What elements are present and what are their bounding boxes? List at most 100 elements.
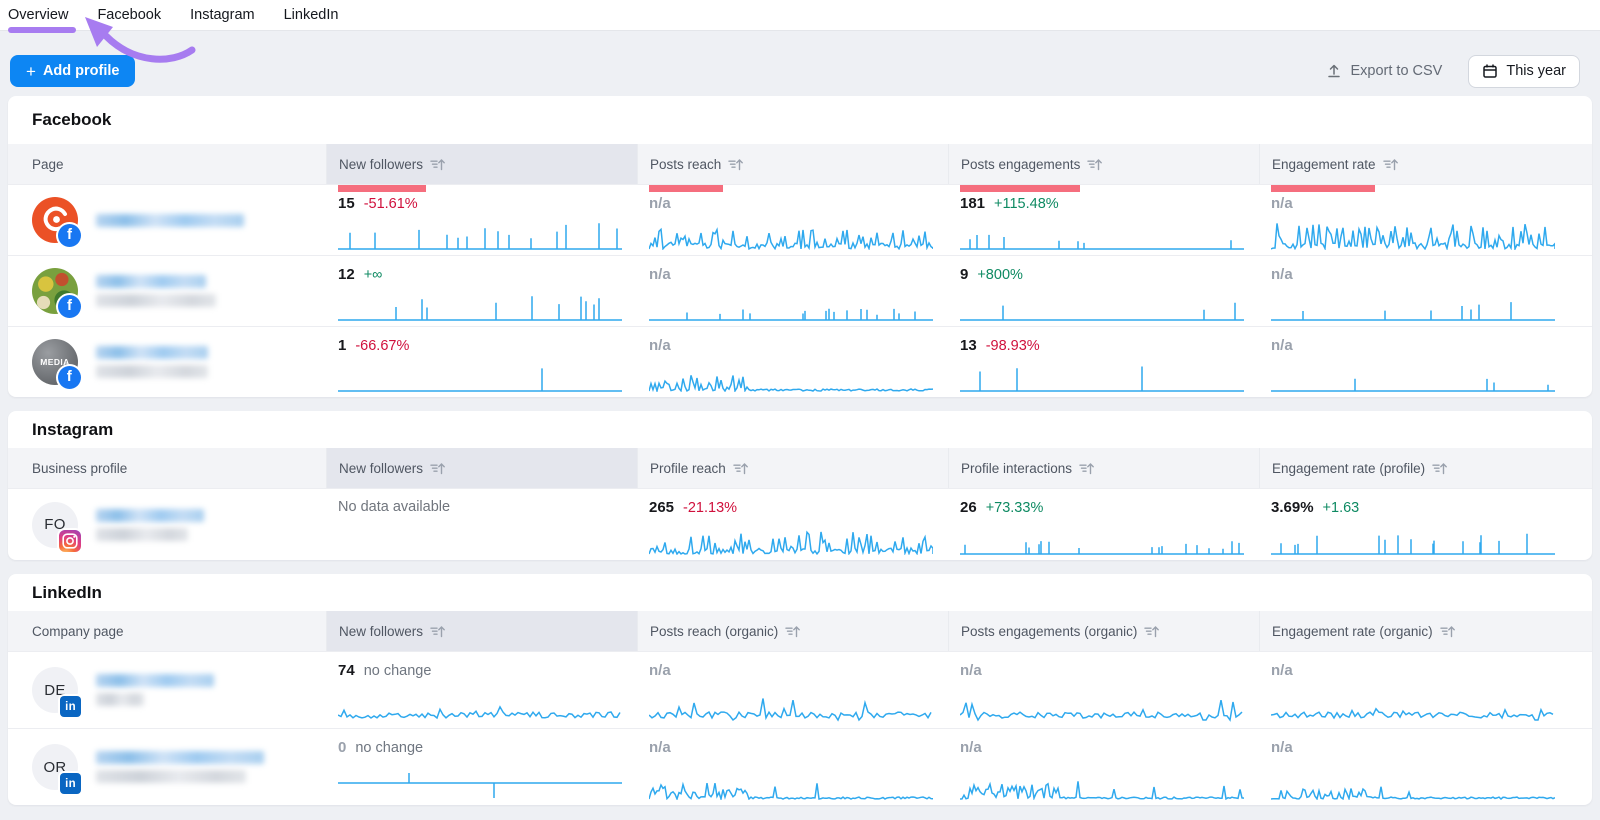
profile-avatar[interactable]: MEDIAf bbox=[32, 339, 78, 385]
metric-value: 74 bbox=[338, 662, 355, 679]
column-header-posts-reach[interactable]: Posts reach bbox=[637, 144, 948, 184]
tab-facebook[interactable]: Facebook bbox=[97, 7, 161, 23]
sort-icon bbox=[733, 462, 748, 475]
metric-cell: No data available bbox=[326, 489, 637, 560]
metric-value: 1 bbox=[338, 337, 346, 354]
profile-name-redacted bbox=[96, 214, 244, 227]
export-csv-label: Export to CSV bbox=[1350, 63, 1442, 79]
column-header-label: New followers bbox=[339, 624, 423, 639]
facebook-badge-icon: f bbox=[58, 295, 81, 318]
metric-cell: 13-98.93% bbox=[948, 327, 1259, 397]
metric-cell: n/a bbox=[948, 729, 1259, 805]
metric-cell: n/a bbox=[1259, 256, 1592, 326]
metric-delta: +∞ bbox=[364, 267, 383, 283]
sparkline bbox=[649, 525, 933, 555]
metric-delta: +115.48% bbox=[994, 196, 1059, 212]
profile-name-redacted bbox=[96, 509, 204, 541]
sparkline bbox=[338, 220, 622, 250]
profile-cell[interactable]: ORin bbox=[8, 729, 326, 805]
metric-value: 26 bbox=[960, 499, 977, 516]
metric-cell: 3.69%+1.63 bbox=[1259, 489, 1592, 560]
column-header-posts-engagements-organic-[interactable]: Posts engagements (organic) bbox=[948, 611, 1259, 651]
profile-cell[interactable]: f bbox=[8, 256, 326, 326]
sparkline bbox=[960, 220, 1244, 250]
sparkline bbox=[649, 693, 933, 723]
section-title: LinkedIn bbox=[32, 583, 102, 603]
sparkline bbox=[649, 220, 933, 250]
sparkline bbox=[1271, 220, 1555, 250]
metric-value: n/a bbox=[1271, 337, 1293, 354]
linkedin-badge-icon: in bbox=[60, 773, 81, 794]
profile-avatar[interactable]: DEin bbox=[32, 667, 78, 713]
add-profile-button[interactable]: + Add profile bbox=[10, 55, 135, 87]
metric-value: n/a bbox=[649, 337, 671, 354]
export-csv-button[interactable]: Export to CSV bbox=[1326, 63, 1442, 79]
profile-row: MEDIAf 1 -66.67% n/a 13-98.93% n/a bbox=[8, 326, 1592, 397]
sort-icon bbox=[1144, 625, 1159, 638]
profile-cell[interactable]: FO bbox=[8, 489, 326, 560]
calendar-icon bbox=[1482, 63, 1498, 79]
metric-value: n/a bbox=[1271, 195, 1293, 212]
sparkline bbox=[1271, 525, 1555, 555]
profile-avatar[interactable]: FO bbox=[32, 502, 78, 548]
column-header-profile-interactions[interactable]: Profile interactions bbox=[948, 448, 1259, 488]
metric-cell: n/a bbox=[1259, 185, 1592, 255]
linkedin-badge-icon: in bbox=[60, 696, 81, 717]
metric-value: n/a bbox=[1271, 662, 1293, 679]
column-header-new-followers[interactable]: New followers bbox=[326, 611, 637, 651]
sparkline bbox=[1271, 770, 1555, 800]
profile-cell[interactable]: DEin bbox=[8, 652, 326, 728]
metric-cell: n/a bbox=[948, 652, 1259, 728]
redacted-name-line bbox=[96, 365, 208, 378]
column-header-profile-reach[interactable]: Profile reach bbox=[637, 448, 948, 488]
metric-cell: 0no change bbox=[326, 729, 637, 805]
column-header-posts-engagements[interactable]: Posts engagements bbox=[948, 144, 1259, 184]
column-header-label: New followers bbox=[339, 157, 423, 172]
metric-value: 265 bbox=[649, 499, 674, 516]
metric-value: 3.69% bbox=[1271, 499, 1314, 516]
profile-cell[interactable]: f bbox=[8, 185, 326, 255]
sparkline bbox=[960, 362, 1244, 392]
sparkline bbox=[960, 291, 1244, 321]
profile-name-redacted bbox=[96, 674, 214, 706]
section-facebook: FacebookPageNew followersPosts reachPost… bbox=[8, 96, 1592, 397]
sort-icon bbox=[1440, 625, 1455, 638]
metric-value: n/a bbox=[649, 662, 671, 679]
facebook-badge-icon: f bbox=[58, 366, 81, 389]
sparkline bbox=[960, 693, 1244, 723]
column-header-label: Posts reach bbox=[650, 157, 721, 172]
table-header-row: PageNew followersPosts reachPosts engage… bbox=[8, 144, 1592, 184]
annotation-highlight-bar bbox=[960, 185, 1080, 192]
column-header-label: Engagement rate bbox=[1272, 157, 1376, 172]
column-header-engagement-rate[interactable]: Engagement rate bbox=[1259, 144, 1592, 184]
metric-cell: 181+115.48% bbox=[948, 185, 1259, 255]
redacted-name-line bbox=[96, 770, 246, 783]
profile-avatar[interactable]: ORin bbox=[32, 744, 78, 790]
profile-cell[interactable]: MEDIAf bbox=[8, 327, 326, 397]
column-header-label: Posts engagements (organic) bbox=[961, 624, 1137, 639]
metric-cell: n/a bbox=[1259, 729, 1592, 805]
facebook-badge-icon: f bbox=[58, 224, 81, 247]
redacted-name-line bbox=[96, 528, 188, 541]
profile-row: f15-51.61%n/a181+115.48%n/a bbox=[8, 184, 1592, 255]
column-header-new-followers[interactable]: New followers bbox=[326, 448, 637, 488]
date-range-button[interactable]: This year bbox=[1468, 55, 1580, 88]
tab-overview[interactable]: Overview bbox=[8, 7, 68, 23]
metric-value: n/a bbox=[960, 662, 982, 679]
sparkline bbox=[649, 362, 933, 392]
annotation-underline bbox=[8, 27, 76, 33]
profile-avatar[interactable]: f bbox=[32, 197, 78, 243]
profile-avatar[interactable]: f bbox=[32, 268, 78, 314]
metric-delta: -66.67% bbox=[355, 338, 409, 354]
column-header-posts-reach-organic-[interactable]: Posts reach (organic) bbox=[637, 611, 948, 651]
metric-value: n/a bbox=[649, 195, 671, 212]
tab-instagram[interactable]: Instagram bbox=[190, 7, 254, 23]
redacted-name-line bbox=[96, 693, 144, 706]
toolbar: + Add profile Export to CSV This year bbox=[10, 55, 1580, 87]
tab-linkedin[interactable]: LinkedIn bbox=[284, 7, 339, 23]
sort-icon bbox=[1432, 462, 1447, 475]
column-header-new-followers[interactable]: New followers bbox=[326, 144, 637, 184]
metric-cell: 12+∞ bbox=[326, 256, 637, 326]
column-header-engagement-rate-profile-[interactable]: Engagement rate (profile) bbox=[1259, 448, 1592, 488]
column-header-engagement-rate-organic-[interactable]: Engagement rate (organic) bbox=[1259, 611, 1592, 651]
